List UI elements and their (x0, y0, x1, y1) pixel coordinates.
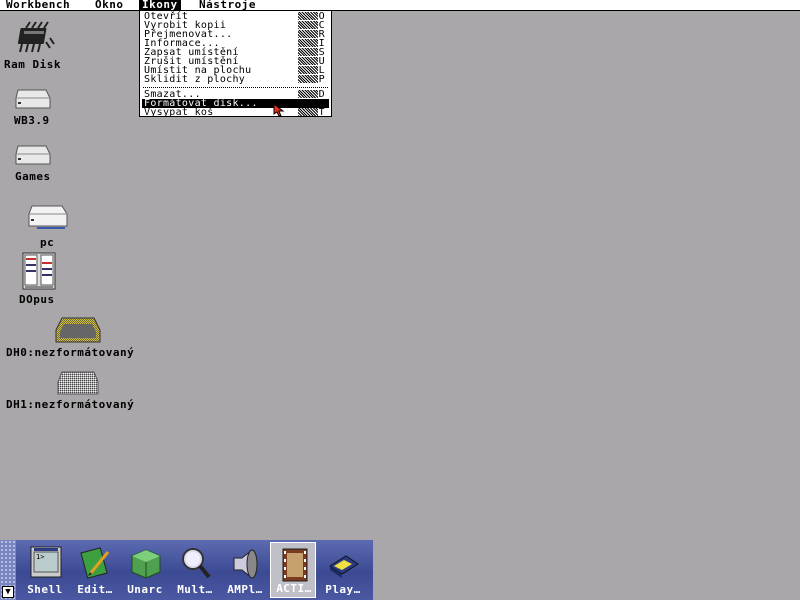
shortcut: P (297, 74, 325, 85)
dock-item-unarc[interactable]: Unarc (122, 542, 168, 598)
chevron-down-icon[interactable]: ▼ (2, 586, 14, 598)
menu-item-label: Sklidit z plochy (144, 74, 246, 85)
unarc-icon (131, 549, 161, 579)
amiga-key-icon (297, 39, 318, 47)
menu-item-put-away[interactable]: Sklidit z plochy P (144, 74, 327, 85)
dock-item-label: AMPl… (227, 583, 263, 596)
drive-icon (15, 145, 51, 165)
dock-item-edit[interactable]: Edit… (72, 542, 118, 598)
icon-label: DH1:nezformátovaný (6, 398, 135, 411)
shortcut-key: T (318, 107, 325, 118)
icon-label: WB3.9 (14, 114, 50, 127)
desktop-icon-pc[interactable]: pc (26, 202, 72, 250)
mouse-pointer-icon (273, 103, 285, 117)
desktop-icon-dopus[interactable]: DOpus (16, 252, 66, 306)
magnifier-icon (182, 548, 211, 579)
shortcut-key: P (318, 74, 325, 85)
icon-label: DH0:nezformátovaný (6, 346, 135, 359)
amiga-key-icon (297, 75, 318, 83)
menu-separator (143, 87, 328, 88)
menu-workbench[interactable]: Workbench (3, 0, 73, 10)
menu-nastroje[interactable]: Nástroje (196, 0, 259, 10)
menu-ikony[interactable]: Ikony (139, 0, 181, 10)
drive-icon (15, 89, 51, 109)
icon-label: Ram Disk (4, 58, 61, 71)
icon-label: Games (15, 170, 51, 183)
amiga-key-icon (297, 108, 318, 116)
dock-item-amplifier[interactable]: AMPl… (222, 542, 268, 598)
shortcut: T (297, 107, 325, 118)
play-disk-icon (329, 555, 359, 578)
unformatted-disk-icon (57, 371, 99, 395)
dock-handle[interactable]: ▼ (0, 540, 16, 600)
amiga-key-icon (297, 90, 318, 98)
menu-okno[interactable]: Okno (92, 0, 127, 10)
icon-label: DOpus (19, 293, 55, 306)
shell-icon: 1> (30, 546, 62, 578)
ikony-dropdown-menu: Otevřít O Vyrobit kopii C Přejmenovat...… (139, 10, 332, 118)
dock-item-play[interactable]: Play… (320, 542, 366, 598)
dock-item-label: ACTI… (276, 582, 312, 595)
dopus-app-icon (22, 252, 56, 290)
dock-panel: ▼ 1> Shell Edit… Unarc Mult… AMPl… ACTI…… (0, 540, 373, 600)
ram-disk-chip-icon (17, 21, 55, 53)
dock-item-label: Shell (27, 583, 63, 596)
amiga-key-icon (297, 30, 318, 38)
desktop-icon-ram-disk[interactable]: Ram Disk (2, 20, 72, 72)
menu-item-empty-trash[interactable]: Vysypat koš T (144, 107, 327, 118)
edit-icon (80, 547, 110, 579)
dock-item-multiview[interactable]: Mult… (172, 542, 218, 598)
amiga-key-icon (297, 12, 318, 20)
dock-item-label: Play… (325, 583, 361, 596)
dock-item-label: Unarc (127, 583, 163, 596)
dock-item-activeframe[interactable]: ACTI… (270, 542, 316, 598)
drive-icon (28, 205, 68, 229)
icon-label: pc (40, 236, 55, 249)
amiga-key-icon (297, 21, 318, 29)
desktop-icon-dh0[interactable]: DH0:nezformátovaný (4, 316, 154, 360)
speaker-icon (233, 548, 258, 580)
film-icon (282, 548, 308, 582)
menu-bar: Workbench Okno Ikony Nástroje (0, 0, 800, 11)
desktop-icon-games[interactable]: Games (8, 142, 58, 184)
svg-text:1>: 1> (36, 553, 44, 561)
unformatted-disk-icon (55, 317, 101, 343)
dock-item-shell[interactable]: 1> Shell (22, 542, 68, 598)
amiga-key-icon (297, 66, 318, 74)
amiga-key-icon (297, 57, 318, 65)
dock-item-label: Mult… (177, 583, 213, 596)
desktop-icon-wb39[interactable]: WB3.9 (8, 86, 58, 128)
amiga-key-icon (297, 48, 318, 56)
dock-item-label: Edit… (77, 583, 113, 596)
shortcut: D (297, 90, 325, 100)
desktop-icon-dh1[interactable]: DH1:nezformátovaný (4, 370, 154, 414)
menu-item-label: Vysypat koš (144, 107, 214, 118)
